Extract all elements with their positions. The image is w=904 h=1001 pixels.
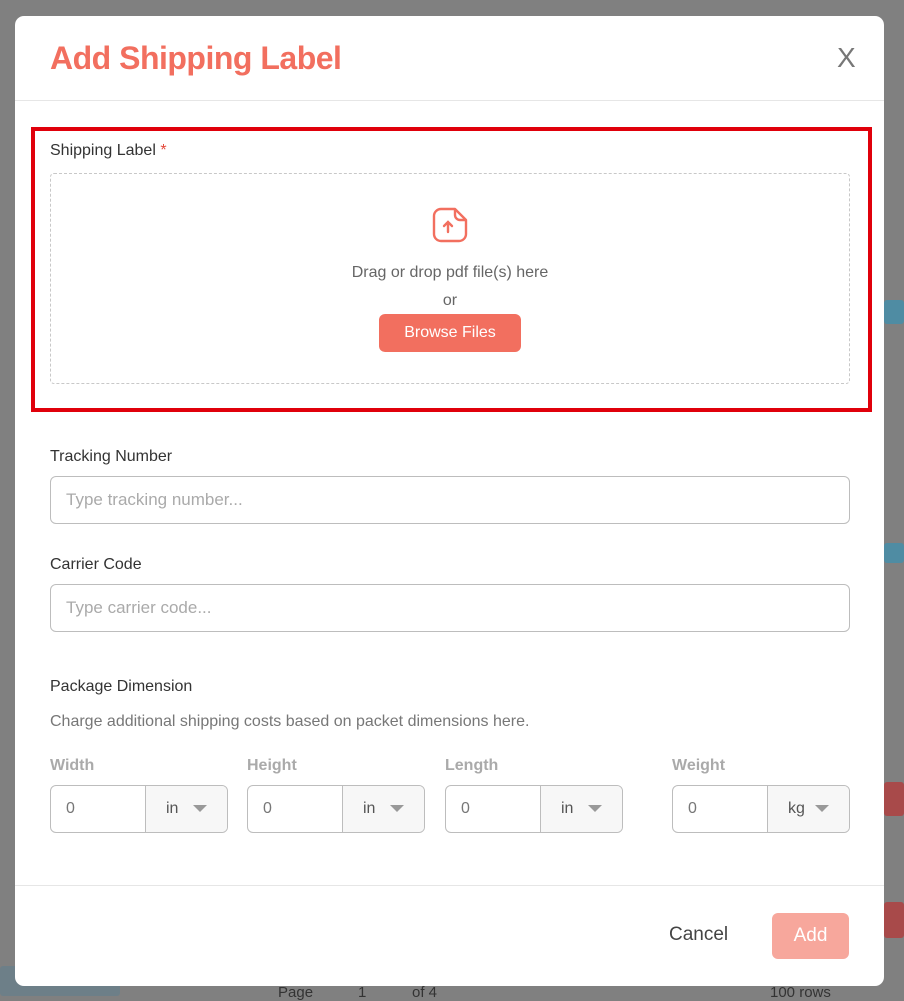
caret-down-icon [193, 805, 207, 812]
file-upload-icon [432, 207, 468, 243]
file-dropzone[interactable]: Drag or drop pdf file(s) here or Browse … [50, 173, 850, 384]
weight-input[interactable]: 0 [673, 786, 768, 832]
tracking-number-label: Tracking Number [50, 448, 173, 465]
height-input[interactable]: 0 [248, 786, 343, 832]
add-shipping-label-modal: Add Shipping Label X Shipping Label * Dr… [15, 16, 884, 986]
close-icon[interactable]: X [837, 44, 856, 72]
carrier-code-label: Carrier Code [50, 556, 142, 573]
weight-field: 0 kg [672, 785, 850, 833]
header-divider [15, 100, 884, 101]
modal-title: Add Shipping Label [50, 40, 342, 76]
length-label: Length [445, 757, 499, 774]
page-of: of 4 [412, 984, 438, 1001]
package-dimension-description: Charge additional shipping costs based o… [50, 713, 530, 730]
width-field: 0 in [50, 785, 228, 833]
length-input[interactable]: 0 [446, 786, 541, 832]
background-chip [884, 782, 904, 816]
page-label: Page [278, 984, 314, 1001]
width-label: Width [50, 757, 95, 774]
height-label: Height [247, 757, 297, 774]
carrier-code-input[interactable]: Type carrier code... [50, 584, 850, 632]
cancel-button[interactable]: Cancel [669, 924, 728, 946]
length-unit-select[interactable]: in [541, 786, 622, 832]
width-unit-select[interactable]: in [146, 786, 227, 832]
drop-text: Drag or drop pdf file(s) here [351, 264, 549, 281]
browse-files-button[interactable]: Browse Files [379, 314, 521, 352]
package-dimension-label: Package Dimension [50, 678, 193, 695]
caret-down-icon [390, 805, 404, 812]
background-chip [884, 902, 904, 938]
background-chip [884, 543, 904, 563]
height-field: 0 in [247, 785, 425, 833]
add-button[interactable]: Add [772, 913, 849, 959]
weight-unit-select[interactable]: kg [768, 786, 849, 832]
length-field: 0 in [445, 785, 623, 833]
rows-select[interactable]: 100 rows [770, 984, 831, 1001]
caret-down-icon [815, 805, 829, 812]
shipping-label-label: Shipping Label * [50, 142, 167, 159]
caret-down-icon [588, 805, 602, 812]
width-input[interactable]: 0 [51, 786, 146, 832]
or-text: or [442, 292, 458, 309]
tracking-number-input[interactable]: Type tracking number... [50, 476, 850, 524]
background-chip [884, 300, 904, 324]
height-unit-select[interactable]: in [343, 786, 424, 832]
footer-divider [15, 885, 884, 886]
weight-label: Weight [672, 757, 726, 774]
page-input[interactable]: 1 [358, 984, 366, 1001]
